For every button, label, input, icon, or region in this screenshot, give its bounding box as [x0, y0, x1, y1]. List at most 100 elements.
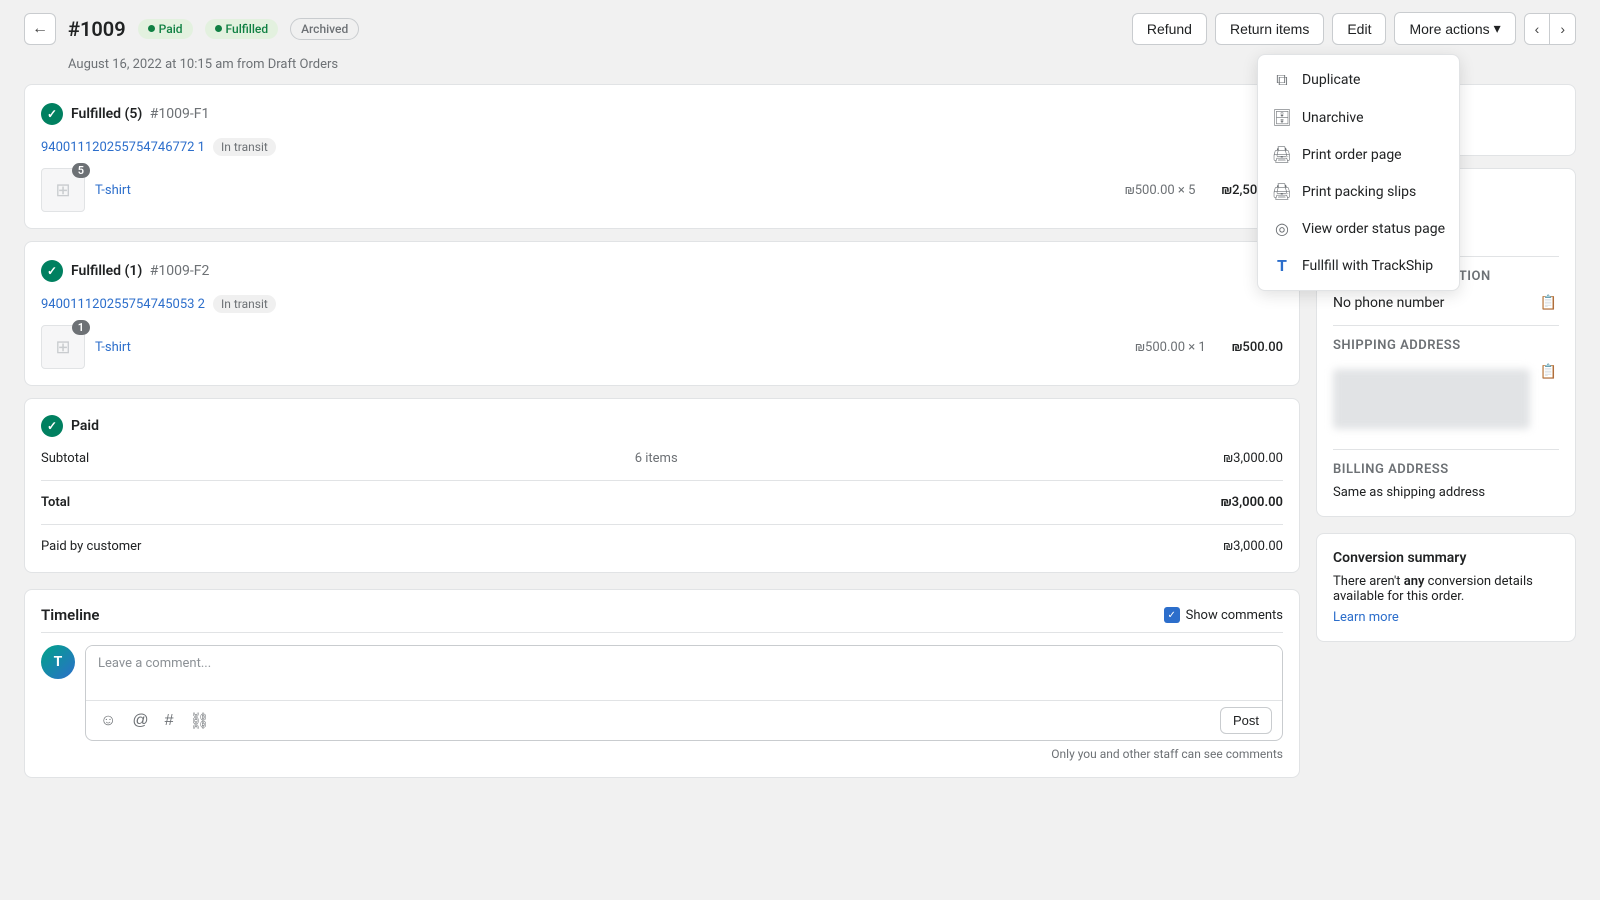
dropdown-item-trackship[interactable]: T Fullfill with TrackShip [1258, 247, 1459, 284]
duplicate-icon: ⧉ [1272, 70, 1292, 90]
edit-button[interactable]: Edit [1332, 13, 1386, 45]
total-row: Total ₪3,000.00 [41, 493, 1283, 512]
subtotal-label: Subtotal [41, 451, 89, 466]
mention-button[interactable]: @ [128, 710, 152, 732]
fulfillment-2-product-info: T-shirt [95, 339, 1125, 355]
product-image-placeholder-icon: ⊞ [55, 180, 70, 201]
fulfillment-1-title: Fulfilled (5) #1009-F1 [71, 106, 209, 122]
timeline-card: Timeline ✓ Show comments T ☺ @ [24, 589, 1300, 778]
payment-card: ✓ Paid Subtotal 6 items ₪3,000.00 Total … [24, 398, 1300, 573]
back-icon: ← [32, 20, 48, 38]
fulfillment-2-ref: #1009-F2 [150, 263, 210, 279]
comment-toolbar: ☺ @ # ⛓ Post [86, 700, 1282, 740]
more-actions-dropdown: ⧉ Duplicate 🗄 Unarchive 🖨 Print order pa… [1257, 54, 1460, 291]
shipping-address-blurred [1333, 369, 1530, 429]
fulfillment-1-status-badge: In transit [213, 138, 276, 156]
fulfilled-dot [215, 25, 222, 32]
fulfillment-1-tracking-link[interactable]: 940011120255754746772 1 [41, 140, 205, 155]
fulfilled-2-icon: ✓ [41, 260, 63, 282]
fulfillment-2-title: Fulfilled (1) #1009-F2 [71, 263, 209, 279]
order-title: #1009 [68, 17, 126, 41]
paid-label: Paid by customer [41, 539, 141, 554]
user-avatar: T [41, 645, 75, 679]
fulfillment-card-2: ✓ Fulfilled (1) #1009-F2 ··· 94001112025… [24, 241, 1300, 386]
dropdown-item-duplicate[interactable]: ⧉ Duplicate [1258, 61, 1459, 99]
chevron-down-icon: ▾ [1494, 20, 1501, 37]
show-comments-toggle[interactable]: ✓ Show comments [1164, 607, 1283, 623]
fulfillment-1-product-link[interactable]: T-shirt [95, 183, 131, 198]
fulfillment-1-ref: #1009-F1 [150, 106, 210, 122]
fulfillment-2-tracking-link[interactable]: 940011120255754745053 2 [41, 297, 205, 312]
fulfillment-2-tracking-row: 940011120255754745053 2 In transit [41, 295, 1283, 313]
subtotal-items: 6 items [635, 451, 678, 466]
fulfillment-2-quantity-badge: 1 [72, 320, 90, 335]
contact-row: No phone number 📋 [1333, 292, 1559, 313]
conversion-text: There aren't any conversion details avai… [1333, 574, 1559, 604]
show-comments-label: Show comments [1186, 608, 1283, 623]
prev-order-button[interactable]: ‹ [1525, 14, 1551, 44]
paid-by-customer-row: Paid by customer ₪3,000.00 [41, 537, 1283, 556]
more-actions-button[interactable]: More actions ▾ [1394, 12, 1515, 45]
emoji-button[interactable]: ☺ [96, 710, 120, 732]
timeline-title: Timeline [41, 606, 99, 624]
refund-button[interactable]: Refund [1132, 13, 1207, 45]
nav-arrows: ‹ › [1524, 13, 1576, 45]
payment-title: Paid [71, 418, 99, 434]
fulfillment-2-product-link[interactable]: T-shirt [95, 340, 131, 355]
only-staff-note: Only you and other staff can see comment… [85, 747, 1283, 761]
comment-input[interactable] [86, 646, 1282, 696]
subtotal-amount: ₪3,000.00 [1223, 451, 1283, 466]
product-2-image-placeholder-icon: ⊞ [55, 337, 70, 358]
fulfillment-1-quantity-badge: 5 [72, 163, 90, 178]
next-order-button[interactable]: › [1550, 14, 1575, 44]
fulfillment-1-product-row: ⊞ 5 T-shirt ₪500.00 × 5 ₪2,500.00 [41, 168, 1283, 212]
dropdown-item-print-packing[interactable]: 🖨 Print packing slips [1258, 173, 1459, 210]
fulfillment-1-product-info: T-shirt [95, 182, 1115, 198]
paid-badge: Paid [138, 19, 193, 39]
billing-address-section-title: BILLING ADDRESS [1333, 462, 1559, 477]
view-status-icon: ◎ [1272, 219, 1292, 238]
copy-contact-button[interactable]: 📋 [1538, 292, 1559, 313]
paid-icon: ✓ [41, 415, 63, 437]
total-amount: ₪3,000.00 [1221, 495, 1283, 510]
fulfillment-2-total: ₪500.00 [1232, 340, 1283, 355]
print-order-icon: 🖨 [1272, 145, 1292, 164]
total-label: Total [41, 495, 70, 510]
payment-rows: Subtotal 6 items ₪3,000.00 Total ₪3,000.… [41, 449, 1283, 556]
payment-header: ✓ Paid [41, 415, 99, 437]
dropdown-item-unarchive[interactable]: 🗄 Unarchive [1258, 99, 1459, 136]
fulfilled-badge: Fulfilled [205, 19, 279, 39]
comment-input-wrapper: ☺ @ # ⛓ Post Only you and other staff ca… [85, 645, 1283, 761]
timeline-header: Timeline ✓ Show comments [41, 606, 1283, 633]
fulfilled-1-icon: ✓ [41, 103, 63, 125]
fulfillment-2-product-thumb: ⊞ 1 [41, 325, 85, 369]
comment-box: ☺ @ # ⛓ Post [85, 645, 1283, 741]
billing-address-same-text: Same as shipping address [1333, 485, 1559, 500]
archived-badge: Archived [290, 18, 359, 40]
learn-more-link[interactable]: Learn more [1333, 610, 1559, 625]
fulfillment-1-price: ₪500.00 × 5 [1125, 183, 1196, 198]
fulfillment-2-status-badge: In transit [213, 295, 276, 313]
link-button[interactable]: ⛓ [186, 709, 214, 733]
fulfillment-2-product-row: ⊞ 1 T-shirt ₪500.00 × 1 ₪500.00 [41, 325, 1283, 369]
hashtag-button[interactable]: # [161, 710, 178, 732]
return-items-button[interactable]: Return items [1215, 13, 1324, 45]
conversion-title: Conversion summary [1333, 550, 1559, 566]
unarchive-icon: 🗄 [1272, 108, 1292, 127]
trackship-icon: T [1272, 256, 1292, 275]
phone-number-text: No phone number [1333, 295, 1444, 311]
shipping-address-section-title: SHIPPING ADDRESS [1333, 338, 1559, 353]
fulfillment-1-header: ✓ Fulfilled (5) #1009-F1 [41, 103, 209, 125]
conversion-card: Conversion summary There aren't any conv… [1316, 533, 1576, 642]
back-button[interactable]: ← [24, 13, 56, 45]
dropdown-item-print-order[interactable]: 🖨 Print order page [1258, 136, 1459, 173]
fulfillment-card-1: ✓ Fulfilled (5) #1009-F1 ··· 94001112025… [24, 84, 1300, 229]
post-button[interactable]: Post [1220, 707, 1272, 734]
print-packing-icon: 🖨 [1272, 182, 1292, 201]
dropdown-item-view-status[interactable]: ◎ View order status page [1258, 210, 1459, 247]
paid-amount: ₪3,000.00 [1223, 539, 1283, 554]
fulfillment-2-header: ✓ Fulfilled (1) #1009-F2 [41, 260, 209, 282]
copy-shipping-button[interactable]: 📋 [1538, 361, 1559, 382]
show-comments-checkbox[interactable]: ✓ [1164, 607, 1180, 623]
subtotal-row: Subtotal 6 items ₪3,000.00 [41, 449, 1283, 468]
